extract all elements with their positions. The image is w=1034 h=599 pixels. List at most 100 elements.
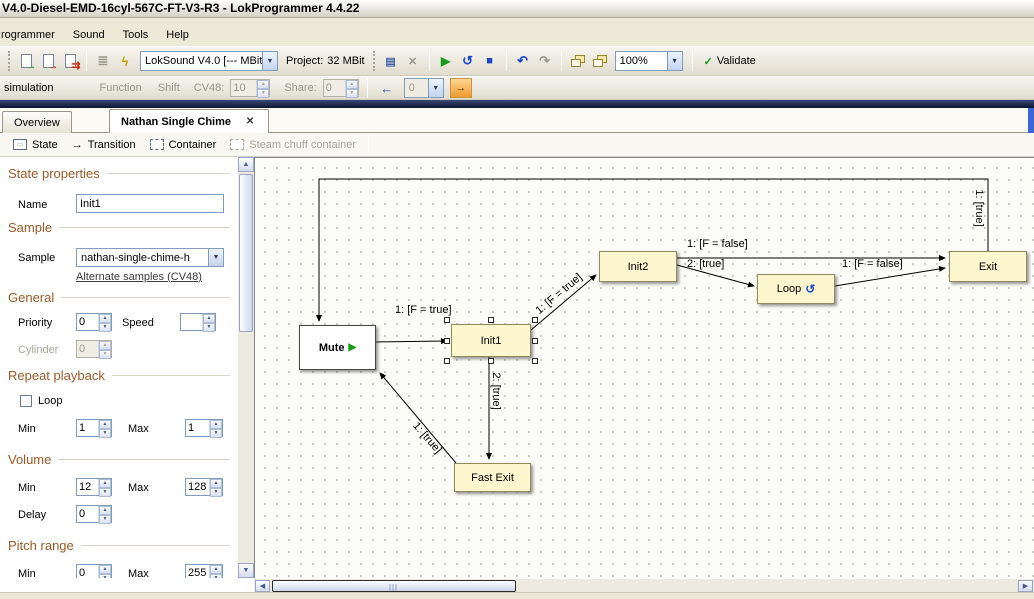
selection-handle[interactable] <box>488 317 494 323</box>
panel-scrollbar-thumb[interactable] <box>239 174 253 332</box>
state-label: Exit <box>979 261 997 273</box>
state-init2[interactable]: Init2 <box>599 251 677 282</box>
repeat-min-spinner[interactable]: ▲▼ <box>76 419 112 437</box>
transition-label-init1-fastexit[interactable]: 2: [true] <box>490 372 502 409</box>
tab-overview[interactable]: Overview <box>2 111 72 133</box>
sample-select[interactable]: nathan-single-chime-h ▼ <box>76 248 224 267</box>
tile-windows-icon[interactable] <box>589 50 611 72</box>
canvas-hscrollbar-thumb[interactable] <box>272 580 516 592</box>
toolbar-grip[interactable] <box>373 51 376 71</box>
pitch-min-spinner[interactable]: ▲▼ <box>76 564 112 578</box>
diagram-canvas[interactable]: Mute ▶ Init1 Init2 Loop ↺ Exit Fast Exit… <box>254 157 1034 578</box>
volume-max-input[interactable] <box>186 479 209 495</box>
zoom-select-value: 100% <box>616 55 667 67</box>
device-select[interactable]: LokSound V4.0 [--- MBit] ▼ <box>140 51 278 71</box>
selection-handle[interactable] <box>532 358 538 364</box>
menu-help[interactable]: Help <box>157 25 198 45</box>
selection-handle[interactable] <box>444 317 450 323</box>
stop-icon[interactable]: ■ <box>479 50 501 72</box>
priority-spinner[interactable]: ▲▼ <box>76 313 112 331</box>
selection-handle[interactable] <box>444 358 450 364</box>
spinner-buttons[interactable]: ▲▼ <box>98 314 111 330</box>
state-loop[interactable]: Loop ↺ <box>757 274 835 304</box>
delay-spinner[interactable]: ▲▼ <box>76 505 112 523</box>
undo-icon[interactable]: ↶ <box>512 50 534 72</box>
canvas-hscrollbar[interactable]: ◀ ▶ <box>254 578 1034 592</box>
pitch-max-input[interactable] <box>186 565 209 578</box>
transition-label-exit-mute[interactable]: 1: [true] <box>973 189 985 226</box>
spinner-buttons[interactable]: ▲▼ <box>98 420 111 436</box>
volume-min-spinner[interactable]: ▲▼ <box>76 478 112 496</box>
scroll-left-icon[interactable]: ◀ <box>255 580 270 592</box>
volume-min-input[interactable] <box>77 479 98 495</box>
transition-label-init2-loop[interactable]: 2: [true] <box>687 258 724 270</box>
transition-label-mute-init1[interactable]: 1: [F = true] <box>395 304 452 316</box>
power-icon[interactable]: ϟ <box>114 50 136 72</box>
pitch-max-spinner[interactable]: ▲▼ <box>185 564 223 578</box>
repeat-max-input[interactable] <box>186 420 209 436</box>
spinner-buttons[interactable]: ▲▼ <box>209 565 222 578</box>
selection-handle[interactable] <box>444 338 450 344</box>
view-data-icon[interactable]: ▤ <box>380 50 402 72</box>
alternate-samples-link[interactable]: Alternate samples (CV48) <box>76 271 202 283</box>
zoom-select[interactable]: 100% ▼ <box>615 51 683 71</box>
selection-handle[interactable] <box>532 317 538 323</box>
write-sound-icon[interactable]: ⇉ <box>59 50 81 72</box>
scroll-down-icon[interactable]: ▼ <box>238 563 254 578</box>
scroll-up-icon[interactable]: ▲ <box>238 157 254 172</box>
redo-icon[interactable]: ↷ <box>534 50 556 72</box>
forward-arrow-button[interactable]: → <box>450 78 472 98</box>
loop-play-icon[interactable]: ↺ <box>457 50 479 72</box>
play-icon[interactable]: ▶ <box>435 50 457 72</box>
chevron-down-icon[interactable]: ▼ <box>262 52 277 70</box>
state-mute[interactable]: Mute ▶ <box>299 325 376 370</box>
spinner-buttons[interactable]: ▲▼ <box>98 479 111 495</box>
back-arrow-icon[interactable]: ← <box>376 77 398 99</box>
step-select: 0 ▼ <box>404 78 444 98</box>
read-decoder-icon[interactable]: → <box>15 50 37 72</box>
speed-spinner[interactable]: ▲▼ <box>180 313 216 331</box>
transition-tool-button[interactable]: → Transition <box>65 137 143 153</box>
close-icon[interactable]: ✕ <box>243 115 257 129</box>
transition-label-init2-exit[interactable]: 1: [F = false] <box>687 238 748 250</box>
priority-input[interactable] <box>77 314 98 330</box>
cascade-windows-icon[interactable] <box>567 50 589 72</box>
accent-band <box>0 100 1034 108</box>
panel-scrollbar[interactable]: ▲ ▼ <box>238 157 254 578</box>
loop-checkbox[interactable] <box>20 395 32 407</box>
speed-label: Speed <box>122 317 154 329</box>
delete-icon[interactable]: ✕ <box>402 50 424 72</box>
spinner-buttons[interactable]: ▲▼ <box>98 506 111 522</box>
spinner-buttons[interactable]: ▲▼ <box>209 479 222 495</box>
chevron-down-icon[interactable]: ▼ <box>208 249 223 266</box>
menu-programmer[interactable]: rogrammer <box>0 25 64 45</box>
state-fast-exit[interactable]: Fast Exit <box>454 463 531 492</box>
chevron-down-icon[interactable]: ▼ <box>667 52 682 70</box>
write-decoder-icon[interactable]: → <box>37 50 59 72</box>
spinner-buttons[interactable]: ▲▼ <box>202 314 215 330</box>
repeat-min-input[interactable] <box>77 420 98 436</box>
container-tool-button[interactable]: Container <box>143 137 224 153</box>
validate-button[interactable]: ✓ Validate <box>698 50 762 72</box>
toolbar-grip[interactable] <box>8 51 11 71</box>
cylinder-label: Cylinder <box>18 344 58 356</box>
programmer-icon[interactable]: ≣ <box>92 50 114 72</box>
transition-label-loop-exit[interactable]: 1: [F = false] <box>842 258 903 270</box>
state-init1[interactable]: Init1 <box>451 324 531 357</box>
name-input[interactable] <box>76 194 224 213</box>
volume-max-spinner[interactable]: ▲▼ <box>185 478 223 496</box>
menu-tools[interactable]: Tools <box>114 25 158 45</box>
pitch-min-input[interactable] <box>77 565 98 578</box>
repeat-max-spinner[interactable]: ▲▼ <box>185 419 223 437</box>
speed-input[interactable] <box>181 314 202 330</box>
menu-sound[interactable]: Sound <box>64 25 114 45</box>
delay-input[interactable] <box>77 506 98 522</box>
state-tool-button[interactable]: ▭ State <box>6 137 65 153</box>
state-exit[interactable]: Exit <box>949 251 1027 282</box>
scroll-right-icon[interactable]: ▶ <box>1018 580 1033 592</box>
selection-handle[interactable] <box>488 358 494 364</box>
selection-handle[interactable] <box>532 338 538 344</box>
tab-nathan-single-chime[interactable]: Nathan Single Chime ✕ <box>109 109 269 133</box>
spinner-buttons[interactable]: ▲▼ <box>98 565 111 578</box>
spinner-buttons[interactable]: ▲▼ <box>209 420 222 436</box>
